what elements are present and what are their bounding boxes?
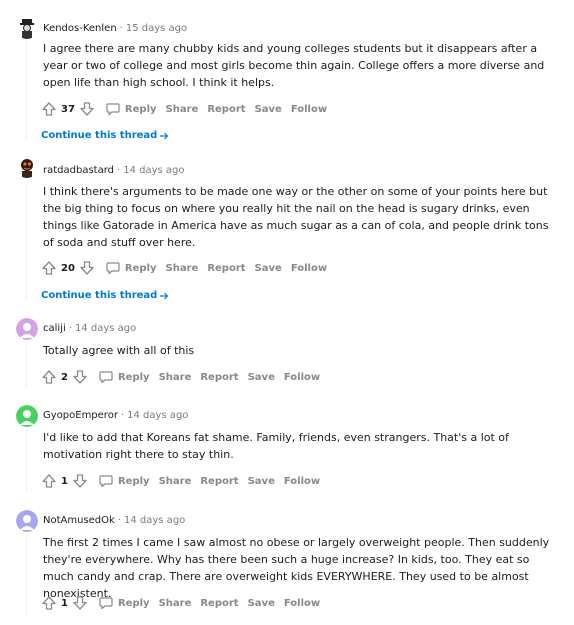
comment-bubble-icon <box>105 101 121 117</box>
separator: · <box>117 165 121 176</box>
downvote-icon[interactable] <box>72 595 88 611</box>
follow-button[interactable]: Follow <box>284 476 320 487</box>
avatar[interactable] <box>16 156 38 178</box>
continue-thread-link[interactable]: Continue this thread <box>41 290 169 301</box>
share-button[interactable]: Share <box>159 476 192 487</box>
comment-age[interactable]: 14 days ago <box>124 515 185 526</box>
report-button[interactable]: Report <box>207 104 245 115</box>
report-button[interactable]: Report <box>200 372 238 383</box>
follow-button[interactable]: Follow <box>291 263 327 274</box>
upvote-icon[interactable] <box>41 260 57 276</box>
vote-score: 2 <box>61 371 68 383</box>
comment-header: NotAmusedOk · 14 days ago <box>43 514 185 528</box>
user-avatar-icon <box>16 510 38 532</box>
reply-button[interactable]: Reply <box>105 101 157 117</box>
comment-body: I agree there are many chubby kids and y… <box>43 42 545 89</box>
comment-bubble-icon <box>98 369 114 385</box>
vote-score: 1 <box>61 475 68 487</box>
avatar[interactable] <box>16 405 38 427</box>
author-name[interactable]: Kendos-Kenlen <box>43 23 117 34</box>
reply-button[interactable]: Reply <box>98 369 150 385</box>
share-button[interactable]: Share <box>159 598 192 609</box>
comment-actions: 1 Reply Share Report Save Follow <box>41 472 320 490</box>
separator: · <box>68 323 72 334</box>
downvote-icon[interactable] <box>72 369 88 385</box>
thread-line[interactable] <box>26 342 27 388</box>
save-button[interactable]: Save <box>248 372 275 383</box>
reply-button[interactable]: Reply <box>98 595 150 611</box>
user-avatar-icon <box>16 318 38 340</box>
vote-score: 1 <box>61 597 68 609</box>
save-button[interactable]: Save <box>248 476 275 487</box>
comment-header: caliji · 14 days ago <box>43 322 136 336</box>
save-button[interactable]: Save <box>255 263 282 274</box>
author-name[interactable]: caliji <box>43 323 66 334</box>
comment-body: The first 2 times I came I saw almost no… <box>43 536 550 600</box>
upvote-icon[interactable] <box>41 101 57 117</box>
comment-bubble-icon <box>98 595 114 611</box>
thread-line[interactable] <box>26 534 27 614</box>
save-button[interactable]: Save <box>255 104 282 115</box>
avatar[interactable] <box>16 510 38 532</box>
separator: · <box>120 410 125 421</box>
comment-age[interactable]: 14 days ago <box>123 165 184 176</box>
separator: · <box>117 515 121 526</box>
comment-actions: 20 Reply Share Report Save Follow <box>41 259 327 277</box>
thread-line[interactable] <box>26 30 27 140</box>
share-button[interactable]: Share <box>166 263 199 274</box>
upvote-icon[interactable] <box>41 473 57 489</box>
reply-button[interactable]: Reply <box>98 473 150 489</box>
save-button[interactable]: Save <box>248 598 275 609</box>
follow-button[interactable]: Follow <box>284 372 320 383</box>
downvote-icon[interactable] <box>79 101 95 117</box>
share-button[interactable]: Share <box>159 372 192 383</box>
report-button[interactable]: Report <box>200 476 238 487</box>
author-name[interactable]: NotAmusedOk <box>43 515 115 526</box>
user-avatar-icon <box>16 405 38 427</box>
separator: · <box>119 23 123 34</box>
user-avatar-icon <box>16 156 38 178</box>
downvote-icon[interactable] <box>72 473 88 489</box>
reply-button[interactable]: Reply <box>105 260 157 276</box>
comment-body: Totally agree with all of this <box>43 344 195 357</box>
comment-age[interactable]: 14 days ago <box>75 323 136 334</box>
comment-body: I think there's arguments to be made one… <box>43 185 549 249</box>
upvote-icon[interactable] <box>41 369 57 385</box>
vote-score: 37 <box>61 103 75 115</box>
arrow-right-icon <box>160 132 169 139</box>
comment-body: I'd like to add that Koreans fat shame. … <box>43 431 509 461</box>
comment-age[interactable]: 14 days ago <box>127 410 188 421</box>
comment-bubble-icon <box>105 260 121 276</box>
comment-actions: 1 Reply Share Report Save Follow <box>41 594 320 612</box>
comment-header: GyopoEmperor · 14 days ago <box>43 409 188 423</box>
thread-line[interactable] <box>26 429 27 491</box>
report-button[interactable]: Report <box>200 598 238 609</box>
share-button[interactable]: Share <box>166 104 199 115</box>
avatar[interactable] <box>16 318 38 340</box>
report-button[interactable]: Report <box>207 263 245 274</box>
follow-button[interactable]: Follow <box>284 598 320 609</box>
thread-line[interactable] <box>26 186 27 300</box>
author-name[interactable]: ratdadbastard <box>43 165 114 176</box>
user-avatar-icon <box>16 17 38 39</box>
arrow-right-icon <box>160 292 169 299</box>
downvote-icon[interactable] <box>79 260 95 276</box>
comment-age[interactable]: 15 days ago <box>126 23 187 34</box>
author-name[interactable]: GyopoEmperor <box>43 410 118 421</box>
comment-header: Kendos-Kenlen · 15 days ago <box>43 22 187 36</box>
comment-actions: 37 Reply Share Report Save Follow <box>41 100 327 118</box>
avatar[interactable] <box>16 17 38 39</box>
follow-button[interactable]: Follow <box>291 104 327 115</box>
vote-score: 20 <box>61 262 75 274</box>
comment-header: ratdadbastard · 14 days ago <box>43 164 184 178</box>
comment-actions: 2 Reply Share Report Save Follow <box>41 368 320 386</box>
continue-thread-link[interactable]: Continue this thread <box>41 130 169 141</box>
upvote-icon[interactable] <box>41 595 57 611</box>
comment-bubble-icon <box>98 473 114 489</box>
